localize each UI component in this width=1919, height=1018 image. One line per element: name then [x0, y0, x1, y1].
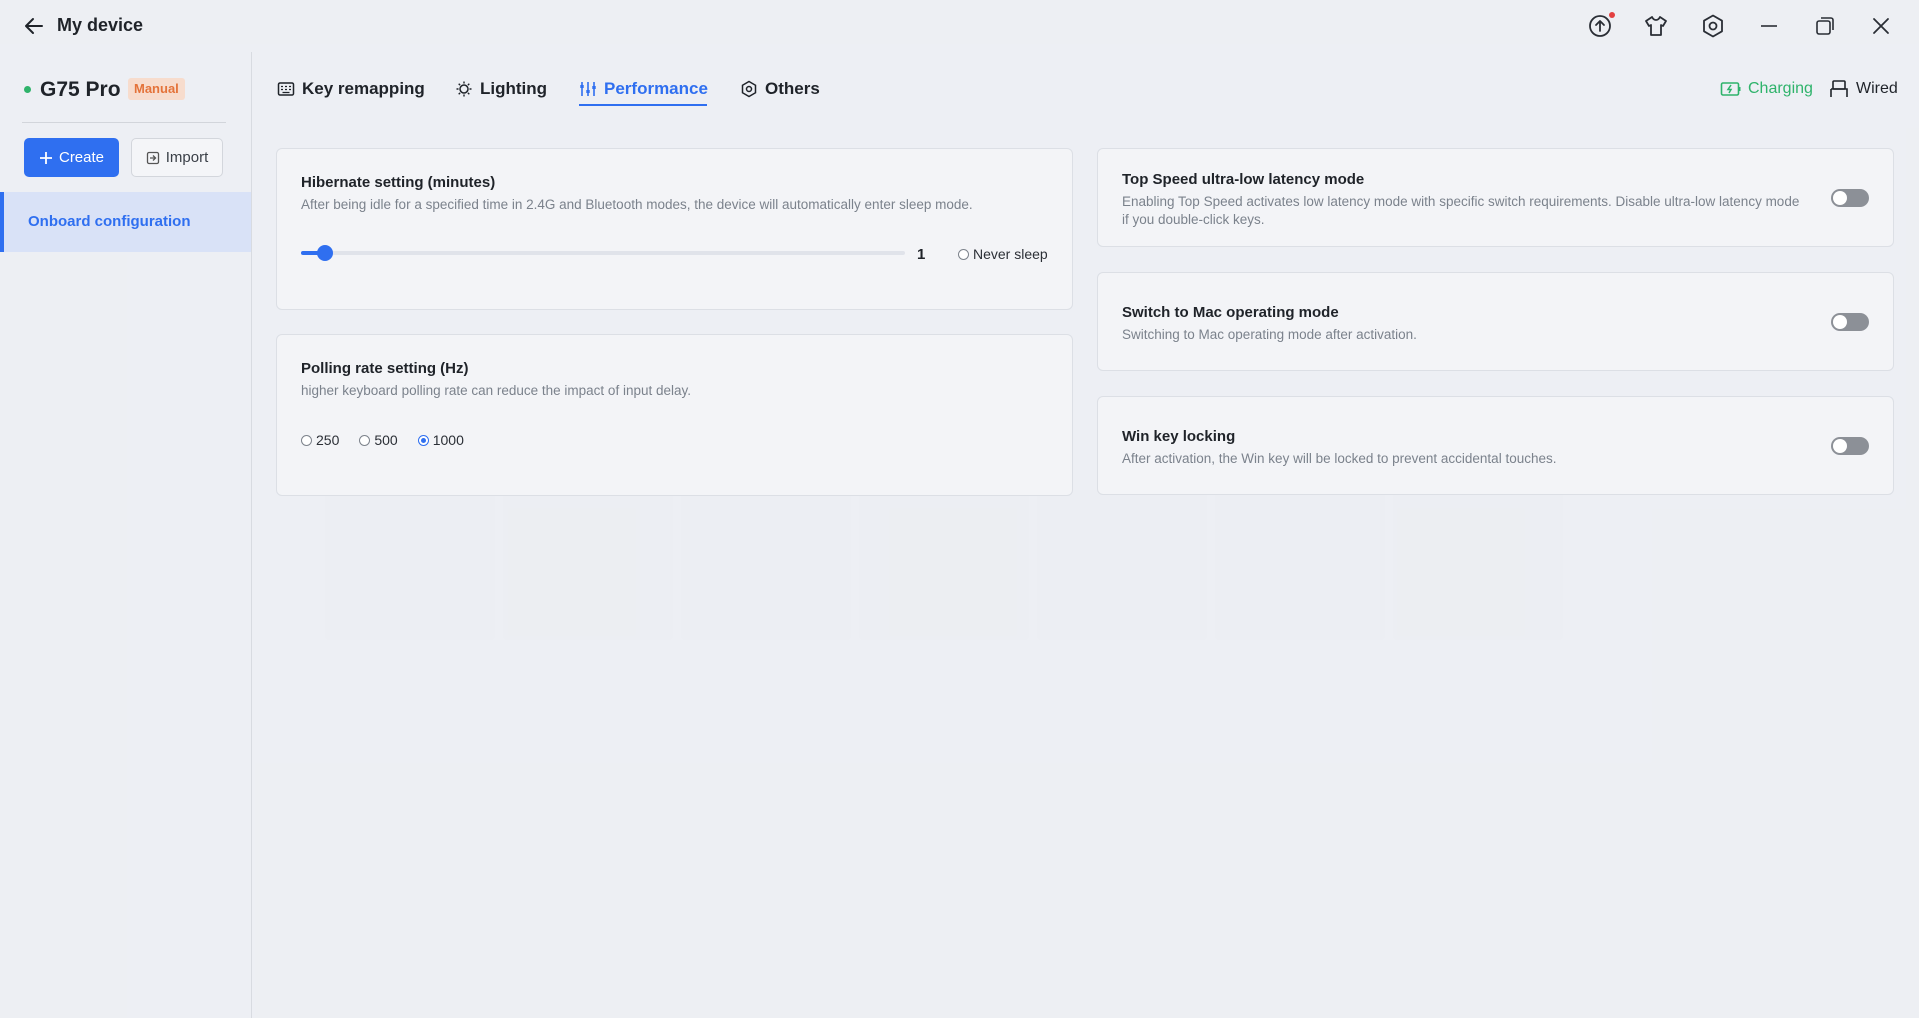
active-tab-underline — [579, 104, 707, 106]
back-arrow-icon[interactable] — [22, 14, 46, 38]
win-key-lock-toggle[interactable] — [1831, 437, 1869, 455]
polling-option-1000-label: 1000 — [432, 432, 464, 448]
tab-lighting-label: Lighting — [480, 79, 548, 98]
connection-label: Wired — [1856, 80, 1898, 97]
hexagon-settings-icon — [741, 80, 757, 98]
plus-icon — [39, 151, 52, 164]
tab-lighting[interactable]: Lighting — [455, 79, 547, 99]
polling-option-1000-dot — [417, 434, 429, 446]
polling-option-500-label: 500 — [374, 432, 398, 448]
polling-option-500-dot — [359, 434, 371, 446]
polling-option-250-dot — [301, 434, 312, 446]
import-button[interactable]: Import — [131, 138, 223, 177]
top-speed-toggle[interactable] — [1831, 189, 1869, 207]
notification-dot — [1609, 12, 1615, 18]
top-speed-card: Top Speed ultra-low latency mode Enablin… — [1097, 148, 1894, 247]
mode-badge: Manual — [128, 78, 185, 100]
create-button-label: Create — [58, 149, 105, 166]
mac-mode-title: Switch to Mac operating mode — [1122, 304, 1339, 321]
wired-connection-icon — [1830, 80, 1848, 97]
tab-performance[interactable]: Performance — [579, 79, 708, 99]
create-button[interactable]: Create — [24, 138, 119, 177]
polling-option-500[interactable]: 500 — [359, 432, 398, 448]
keyboard-icon — [277, 82, 295, 96]
sidebar-divider — [22, 122, 226, 123]
sidebar-item-onboard-configuration[interactable]: Onboard configuration — [0, 192, 251, 252]
mac-mode-toggle[interactable] — [1831, 313, 1869, 331]
mac-mode-description: Switching to Mac operating mode after ac… — [1122, 327, 1417, 342]
tab-performance-label: Performance — [604, 79, 708, 98]
hibernate-description: After being idle for a specified time in… — [301, 197, 973, 212]
hibernate-slider[interactable] — [301, 245, 905, 261]
never-sleep-label: Never sleep — [973, 246, 1048, 262]
import-button-label: Import — [165, 149, 209, 166]
connection-status-dot — [24, 86, 31, 93]
polling-title: Polling rate setting (Hz) — [301, 360, 469, 377]
restore-window-icon[interactable] — [1812, 13, 1838, 39]
win-key-lock-description: After activation, the Win key will be lo… — [1122, 451, 1557, 466]
win-key-lock-card: Win key locking After activation, the Wi… — [1097, 396, 1894, 495]
shirt-theme-icon[interactable] — [1643, 13, 1669, 39]
tab-others[interactable]: Others — [740, 79, 820, 99]
window-title: My device — [57, 15, 144, 35]
sliders-icon — [580, 82, 596, 96]
win-key-lock-title: Win key locking — [1122, 428, 1236, 445]
close-icon[interactable] — [1868, 13, 1894, 39]
device-settings-app: My device G75 Pro Manual Create Import O… — [0, 0, 1919, 1018]
top-speed-title: Top Speed ultra-low latency mode — [1122, 171, 1365, 188]
polling-description: higher keyboard polling rate can reduce … — [301, 383, 691, 398]
polling-rate-card: Polling rate setting (Hz) higher keyboar… — [276, 334, 1073, 496]
bulb-icon — [456, 81, 472, 97]
settings-hexagon-icon[interactable] — [1700, 13, 1726, 39]
polling-option-1000[interactable]: 1000 — [417, 432, 464, 448]
battery-charging-icon — [1720, 82, 1741, 96]
top-speed-description: Enabling Top Speed activates low latency… — [1122, 194, 1800, 227]
hibernate-value: 1 — [917, 246, 926, 263]
tab-others-label: Others — [765, 79, 820, 98]
device-name: G75 Pro — [40, 78, 121, 101]
never-sleep-radio[interactable]: Never sleep — [958, 246, 1048, 262]
polling-option-250[interactable]: 250 — [301, 432, 339, 448]
tab-key-remapping-label: Key remapping — [302, 79, 425, 98]
import-icon — [146, 151, 159, 164]
polling-option-250-label: 250 — [316, 432, 340, 448]
mac-mode-card: Switch to Mac operating mode Switching t… — [1097, 272, 1894, 371]
hibernate-slider-thumb[interactable] — [317, 245, 334, 261]
tab-key-remapping[interactable]: Key remapping — [277, 79, 425, 99]
title-bar: My device — [0, 0, 1919, 52]
hibernate-setting-card: Hibernate setting (minutes) After being … — [276, 148, 1073, 310]
charging-label: Charging — [1748, 80, 1813, 97]
hibernate-title: Hibernate setting (minutes) — [301, 174, 496, 191]
charging-status: Charging — [1720, 79, 1813, 99]
never-sleep-radio-dot — [958, 248, 969, 260]
minimize-icon[interactable] — [1756, 13, 1782, 39]
connection-status: Wired — [1828, 79, 1898, 99]
polling-options: 250 500 1000 — [301, 432, 464, 448]
